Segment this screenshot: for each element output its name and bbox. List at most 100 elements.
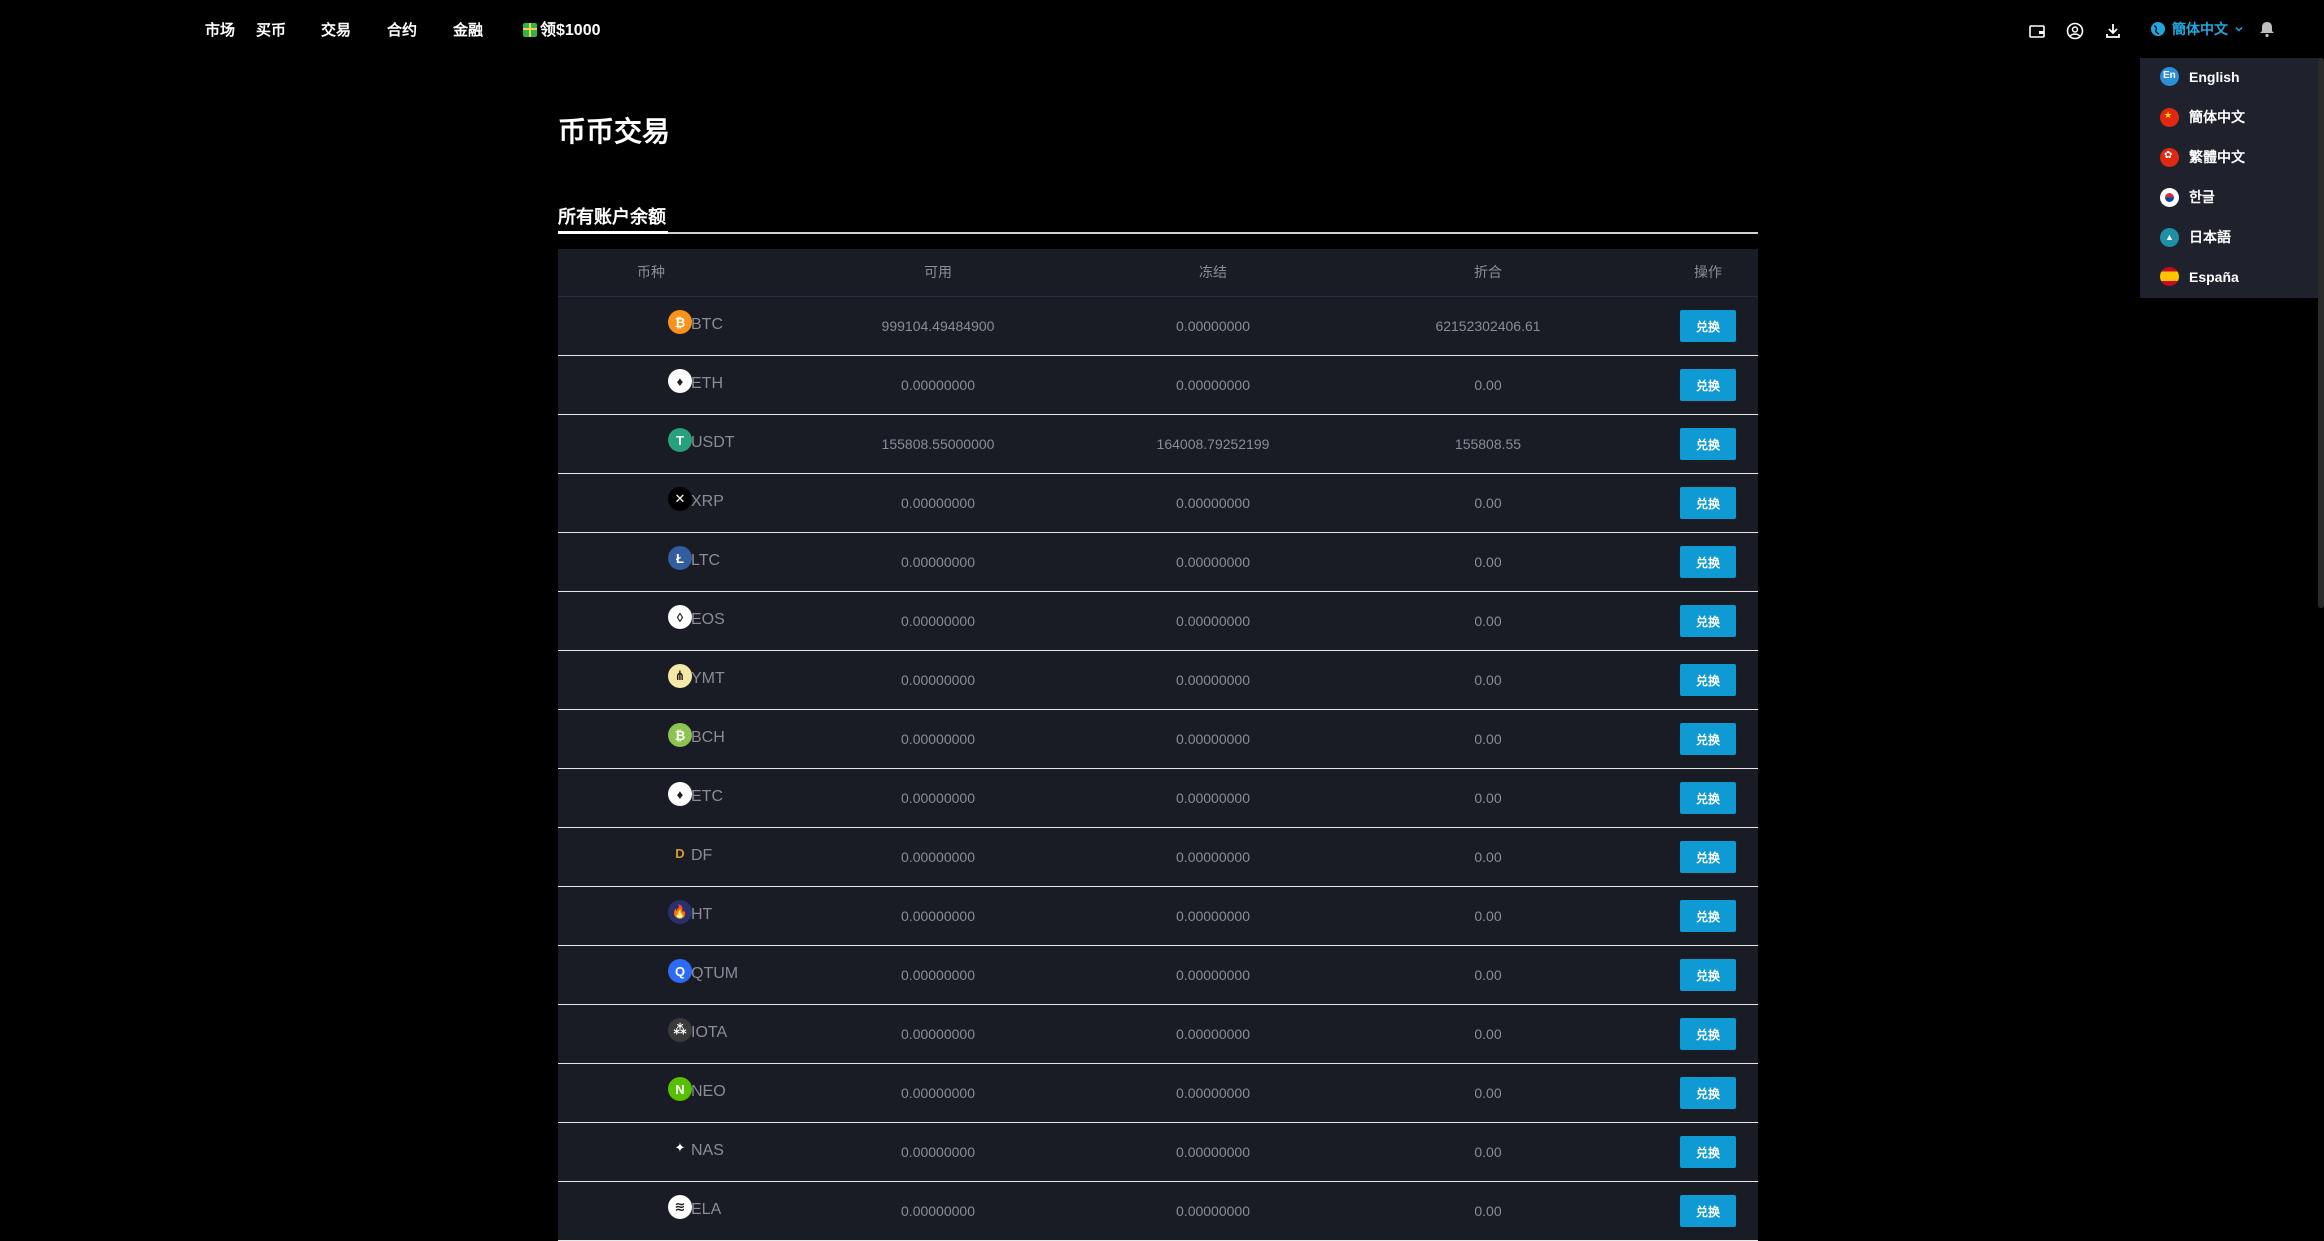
coin-glyph: N: [675, 1081, 685, 1097]
table-row: Q QTUM 0.00000000 0.00000000 0.00 兑换: [558, 946, 1758, 1005]
user-icon[interactable]: [2064, 20, 2086, 42]
coin-name: DF: [691, 847, 713, 864]
available-value: 0.00000000: [901, 849, 975, 865]
equivalent-value: 155808.55: [1454, 436, 1522, 452]
bell-icon[interactable]: [2256, 18, 2278, 40]
coin-glyph: T: [676, 432, 684, 448]
equivalent-value: 0.00: [1474, 1026, 1502, 1042]
coin-glyph: ◊: [676, 609, 684, 625]
coin-glyph: ✦: [674, 1140, 686, 1155]
available-value: 0.00000000: [901, 554, 975, 570]
equivalent-value: 0.00: [1474, 1203, 1502, 1219]
language-current-label: 簡体中文: [2172, 21, 2228, 37]
available-value: 0.00000000: [901, 613, 975, 629]
wallet-icon[interactable]: [2026, 20, 2048, 42]
nav-finance[interactable]: 金融: [453, 20, 483, 42]
exchange-button[interactable]: 兑换: [1680, 782, 1736, 814]
coin-cell: ✕ XRP: [668, 487, 724, 511]
exchange-button[interactable]: 兑换: [1680, 1195, 1736, 1227]
frozen-value: 0.00000000: [1176, 967, 1250, 983]
coin-cell: ⋔ YMT: [668, 664, 725, 688]
table-row: ♦ ETH 0.00000000 0.00000000 0.00 兑换: [558, 356, 1758, 415]
available-value: 0.00000000: [901, 1203, 975, 1219]
exchange-button[interactable]: 兑换: [1680, 1018, 1736, 1050]
frozen-value: 0.00000000: [1176, 377, 1250, 393]
balance-table: 币种 可用 冻结 折合 操作 ₿ BTC 999104.49484900 0.0000…: [558, 249, 1758, 1241]
frozen-value: 0.00000000: [1176, 790, 1250, 806]
nav-contract[interactable]: 合约: [387, 20, 417, 42]
frozen-value: 0.00000000: [1176, 495, 1250, 511]
exchange-button[interactable]: 兑换: [1680, 1077, 1736, 1109]
equivalent-value: 0.00: [1474, 790, 1502, 806]
table-row: ≋ ELA 0.00000000 0.00000000 0.00 兑换: [558, 1182, 1758, 1241]
coin-cell: ≋ ELA: [668, 1195, 721, 1219]
ela-coin-icon: ≋: [668, 1195, 692, 1219]
bch-coin-icon: ₿: [668, 723, 692, 747]
frozen-value: 0.00000000: [1176, 1085, 1250, 1101]
coin-cell: Ł LTC: [668, 546, 720, 570]
exchange-button[interactable]: 兑换: [1680, 487, 1736, 519]
etc-coin-icon: ♦: [668, 782, 692, 806]
exchange-button[interactable]: 兑换: [1680, 428, 1736, 460]
exchange-button[interactable]: 兑换: [1680, 310, 1736, 342]
equivalent-value: 0.00: [1474, 1085, 1502, 1101]
exchange-button[interactable]: 兑换: [1680, 723, 1736, 755]
equivalent-value: 0.00: [1474, 1144, 1502, 1160]
coin-name: IOTA: [691, 1024, 728, 1041]
header-available: 可用: [924, 264, 952, 280]
exchange-button[interactable]: 兑换: [1680, 841, 1736, 873]
language-option-korean[interactable]: 한글: [2160, 187, 2215, 207]
language-option-traditional-chinese[interactable]: ✿ 繁體中文: [2160, 147, 2245, 167]
tab-all-balances[interactable]: 所有账户余额: [558, 203, 666, 229]
frozen-value: 0.00000000: [1176, 554, 1250, 570]
language-option-english[interactable]: En English: [2160, 67, 2240, 86]
coin-cell: ₿ BTC: [668, 310, 723, 334]
equivalent-value: 0.00: [1474, 967, 1502, 983]
download-icon[interactable]: [2102, 20, 2124, 42]
available-value: 0.00000000: [901, 1144, 975, 1160]
frozen-value: 0.00000000: [1176, 318, 1250, 334]
frozen-value: 0.00000000: [1176, 672, 1250, 688]
available-value: 0.00000000: [901, 908, 975, 924]
equivalent-value: 0.00: [1474, 377, 1502, 393]
exchange-button[interactable]: 兑换: [1680, 959, 1736, 991]
language-selector[interactable]: 簡体中文: [2150, 19, 2244, 39]
page-scrollbar[interactable]: [2318, 58, 2324, 608]
equivalent-value: 0.00: [1474, 613, 1502, 629]
language-option-japanese[interactable]: ▲ 日本語: [2160, 227, 2231, 247]
table-row: Ł LTC 0.00000000 0.00000000 0.00 兑换: [558, 533, 1758, 592]
available-value: 0.00000000: [901, 1085, 975, 1101]
tab-divider: [558, 232, 1758, 234]
table-row: ⁂ IOTA 0.00000000 0.00000000 0.00 兑换: [558, 1005, 1758, 1064]
language-option-spanish[interactable]: España: [2160, 267, 2239, 286]
nav-market[interactable]: 市场: [205, 20, 235, 42]
table-row: 🔥 HT 0.00000000 0.00000000 0.00 兑换: [558, 887, 1758, 946]
coin-name: HT: [691, 906, 713, 923]
table-row: N NEO 0.00000000 0.00000000 0.00 兑换: [558, 1064, 1758, 1123]
exchange-button[interactable]: 兑换: [1680, 605, 1736, 637]
exchange-button[interactable]: 兑换: [1680, 664, 1736, 696]
language-label: 簡体中文: [2189, 109, 2245, 125]
page-title: 币币交易: [558, 116, 671, 147]
nav-trade[interactable]: 交易: [321, 20, 351, 42]
equivalent-value: 0.00: [1474, 672, 1502, 688]
btc-coin-icon: ₿: [668, 310, 692, 334]
nav-promo[interactable]: 领$1000: [523, 20, 601, 42]
header-coin: 币种: [637, 264, 665, 280]
exchange-button[interactable]: 兑换: [1680, 900, 1736, 932]
exchange-button[interactable]: 兑换: [1680, 1136, 1736, 1168]
exchange-button[interactable]: 兑换: [1680, 369, 1736, 401]
nav-promo-label: 领$1000: [540, 22, 601, 39]
coin-cell: N NEO: [668, 1077, 726, 1101]
header-frozen: 冻结: [1199, 264, 1227, 280]
nav-buy-coin[interactable]: 买币: [256, 20, 286, 42]
frozen-value: 0.00000000: [1176, 908, 1250, 924]
coin-name: YMT: [691, 670, 725, 687]
available-value: 0.00000000: [901, 731, 975, 747]
xrp-coin-icon: ✕: [668, 487, 692, 511]
language-option-simplified-chinese[interactable]: ★ 簡体中文: [2160, 107, 2245, 127]
coin-glyph: ₿: [674, 727, 686, 743]
available-value: 0.00000000: [901, 1026, 975, 1042]
tab-active-indicator: [558, 231, 668, 234]
exchange-button[interactable]: 兑换: [1680, 546, 1736, 578]
